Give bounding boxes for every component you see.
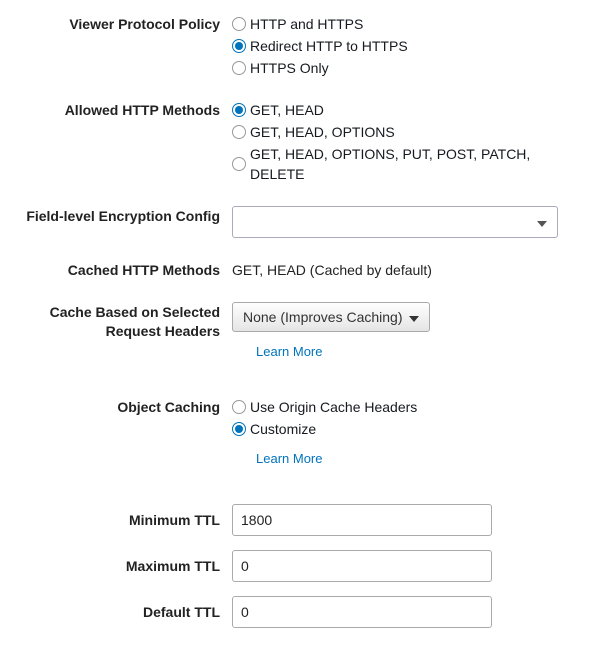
value-cached-http-methods: GET, HEAD (Cached by default) — [232, 260, 577, 280]
row-object-caching: Object Caching Use Origin Cache Headers … — [0, 397, 577, 466]
input-default-ttl[interactable] — [232, 596, 492, 628]
link-learn-more-caching[interactable]: Learn More — [232, 451, 577, 466]
label-cached-http-methods: Cached HTTP Methods — [0, 260, 232, 280]
radio-icon — [232, 157, 246, 171]
row-allowed-http-methods: Allowed HTTP Methods GET, HEAD GET, HEAD… — [0, 100, 577, 184]
radio-label: Customize — [250, 419, 316, 439]
value-minimum-ttl — [232, 504, 577, 536]
dropdown-cache-request-headers[interactable]: None (Improves Caching) — [232, 302, 430, 332]
text-cached-http-methods: GET, HEAD (Cached by default) — [232, 260, 577, 280]
radio-icon — [232, 103, 246, 117]
radio-label: GET, HEAD, OPTIONS — [250, 122, 395, 142]
radio-ahm-2[interactable]: GET, HEAD, OPTIONS, PUT, POST, PATCH, DE… — [232, 144, 577, 184]
row-maximum-ttl: Maximum TTL — [0, 550, 577, 582]
label-viewer-protocol-policy: Viewer Protocol Policy — [0, 14, 232, 34]
group-viewer-protocol-policy: HTTP and HTTPS Redirect HTTP to HTTPS HT… — [232, 14, 577, 78]
radio-icon — [232, 422, 246, 436]
row-default-ttl: Default TTL — [0, 596, 577, 628]
radio-vpp-1[interactable]: Redirect HTTP to HTTPS — [232, 36, 577, 56]
radio-icon — [232, 61, 246, 75]
radio-icon — [232, 17, 246, 31]
radio-icon — [232, 400, 246, 414]
row-cache-request-headers: Cache Based on Selected Request Headers … — [0, 302, 577, 359]
row-minimum-ttl: Minimum TTL — [0, 504, 577, 536]
radio-oc-0[interactable]: Use Origin Cache Headers — [232, 397, 577, 417]
input-maximum-ttl[interactable] — [232, 550, 492, 582]
group-object-caching: Use Origin Cache Headers Customize Learn… — [232, 397, 577, 466]
label-minimum-ttl: Minimum TTL — [0, 511, 232, 530]
link-learn-more-headers[interactable]: Learn More — [232, 344, 577, 359]
label-field-level-encryption: Field-level Encryption Config — [0, 206, 232, 226]
radio-label: HTTPS Only — [250, 58, 329, 78]
dropdown-field-level-encryption[interactable] — [232, 206, 558, 238]
radio-vpp-2[interactable]: HTTPS Only — [232, 58, 577, 78]
radio-ahm-1[interactable]: GET, HEAD, OPTIONS — [232, 122, 577, 142]
value-cache-request-headers: None (Improves Caching) Learn More — [232, 302, 577, 359]
label-allowed-http-methods: Allowed HTTP Methods — [0, 100, 232, 120]
radio-label: GET, HEAD, OPTIONS, PUT, POST, PATCH, DE… — [250, 144, 577, 184]
dropdown-selected-text: None (Improves Caching) — [243, 309, 403, 325]
radio-oc-1[interactable]: Customize — [232, 419, 577, 439]
radio-ahm-0[interactable]: GET, HEAD — [232, 100, 577, 120]
group-allowed-http-methods: GET, HEAD GET, HEAD, OPTIONS GET, HEAD, … — [232, 100, 577, 184]
radio-icon — [232, 39, 246, 53]
radio-label: HTTP and HTTPS — [250, 14, 363, 34]
value-maximum-ttl — [232, 550, 577, 582]
radio-label: GET, HEAD — [250, 100, 324, 120]
row-cached-http-methods: Cached HTTP Methods GET, HEAD (Cached by… — [0, 260, 577, 280]
radio-vpp-0[interactable]: HTTP and HTTPS — [232, 14, 577, 34]
input-minimum-ttl[interactable] — [232, 504, 492, 536]
label-object-caching: Object Caching — [0, 397, 232, 417]
value-default-ttl — [232, 596, 577, 628]
value-field-level-encryption — [232, 206, 577, 238]
label-default-ttl: Default TTL — [0, 603, 232, 622]
radio-label: Use Origin Cache Headers — [250, 397, 417, 417]
row-field-level-encryption: Field-level Encryption Config — [0, 206, 577, 238]
radio-icon — [232, 125, 246, 139]
chevron-down-icon — [409, 309, 419, 325]
label-maximum-ttl: Maximum TTL — [0, 557, 232, 576]
label-cache-request-headers: Cache Based on Selected Request Headers — [0, 302, 232, 341]
row-viewer-protocol-policy: Viewer Protocol Policy HTTP and HTTPS Re… — [0, 14, 577, 78]
chevron-down-icon — [537, 214, 547, 230]
radio-label: Redirect HTTP to HTTPS — [250, 36, 408, 56]
